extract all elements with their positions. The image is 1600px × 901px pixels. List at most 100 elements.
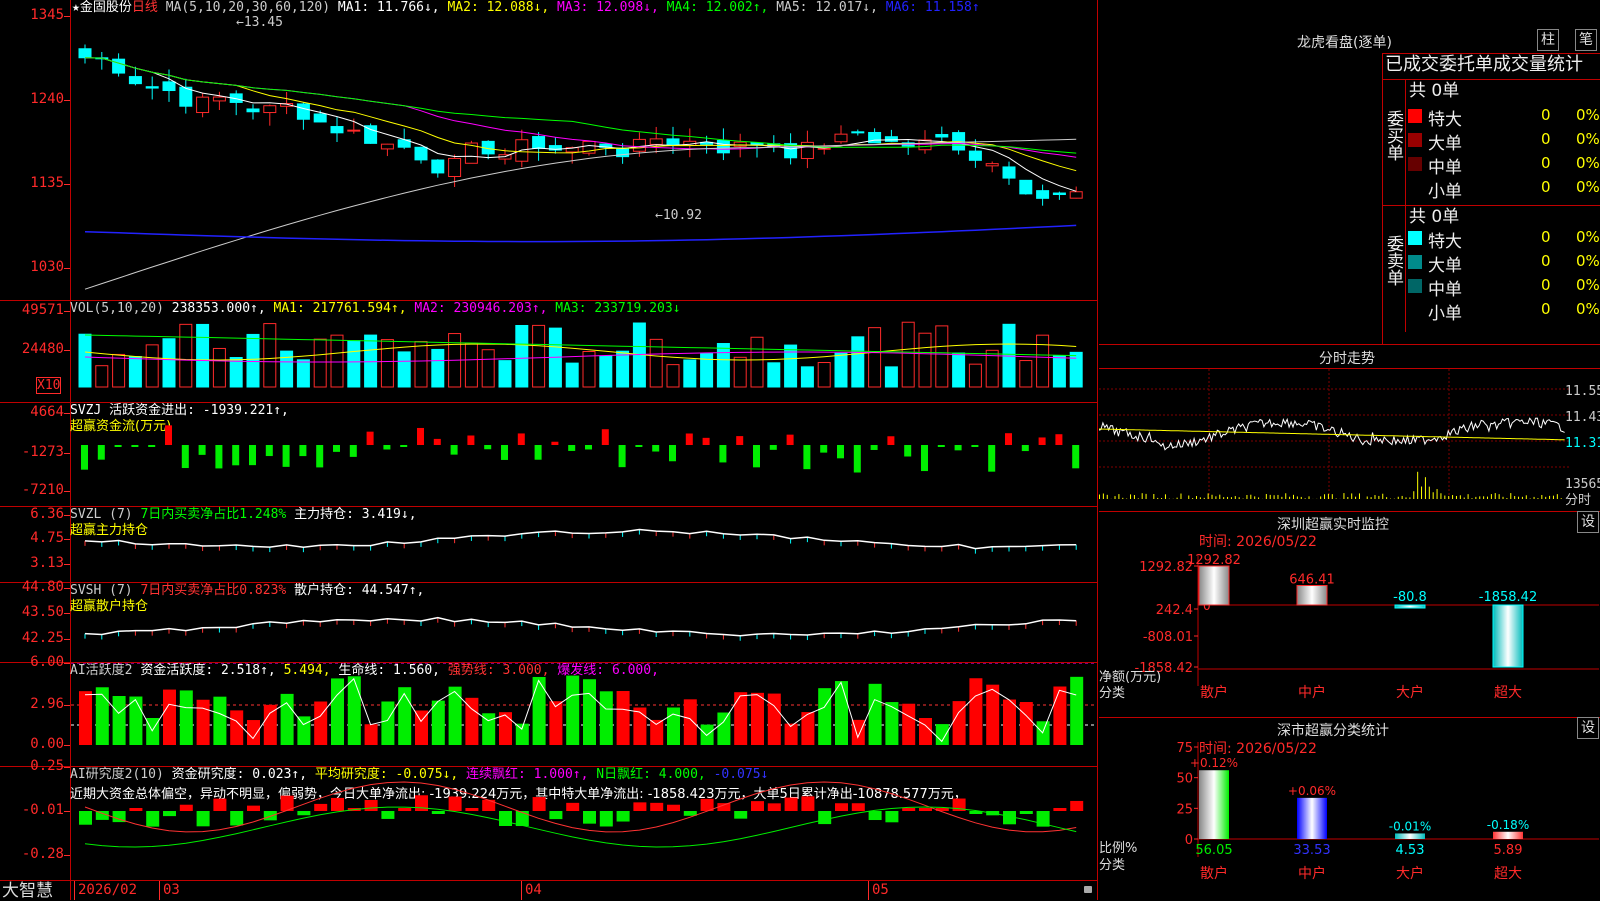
intraday-volume-bar	[1138, 498, 1139, 499]
order-pct: 0%	[1576, 252, 1600, 270]
y-axis-label: 0	[1185, 833, 1193, 848]
order-count: 0	[1541, 106, 1551, 124]
svzj-panel[interactable]: SVZJ 活跃资金进出: -1939.221↑, 超赢资金流(万元) 4664-…	[0, 402, 1098, 507]
volume-bar	[281, 351, 293, 387]
research-bar	[818, 811, 831, 824]
intraday-volume-bar	[1382, 494, 1383, 499]
candle-body	[197, 97, 209, 112]
candle-body	[633, 139, 645, 151]
ai-activity-chart[interactable]	[71, 663, 1097, 767]
intraday-volume-bar	[1429, 487, 1430, 499]
candle-body	[432, 160, 444, 173]
research-bar	[314, 804, 327, 811]
volume-bar	[751, 337, 763, 387]
intraday-volume-bar	[1522, 497, 1523, 499]
activity-bar	[600, 691, 613, 745]
activity-bar	[717, 713, 730, 745]
volume-bar	[533, 325, 545, 387]
main-kline-panel[interactable]: ★金固股份日线 MA(5,10,20,30,60,120) MA1: 11.76…	[0, 0, 1098, 300]
svzl-panel[interactable]: SVZL (7) 7日内买卖净占比1.248% 主力持仓: 3.419↓, 超赢…	[0, 506, 1098, 583]
pen-mode-button[interactable]: 笔	[1575, 29, 1597, 51]
lock-icon[interactable]	[1084, 886, 1092, 893]
sz-monitor-chart[interactable]: 1292.82242.4-808.01-1858.4201292.82646.4…	[1099, 511, 1600, 716]
intraday-volume-bar	[1514, 496, 1515, 499]
intraday-volume-bar	[1475, 497, 1476, 499]
intraday-volume-bar	[1122, 498, 1123, 499]
stock-name[interactable]: 金固股份	[80, 0, 132, 15]
y-axis-tick	[64, 268, 70, 269]
bar-value-label: -80.8	[1393, 590, 1427, 605]
svzj-bar	[602, 429, 609, 445]
color-swatch	[1408, 109, 1422, 123]
bar-mode-button[interactable]: 柱	[1537, 29, 1559, 51]
y-axis-tick	[64, 350, 70, 351]
svzl-chart[interactable]	[71, 507, 1097, 583]
sz-classify-chart[interactable]: 7550250+0.12%56.05散户+0.06%33.53中户-0.01%4…	[1099, 717, 1600, 900]
activity-bar	[1037, 721, 1050, 745]
intraday-volume-bar	[1274, 495, 1275, 499]
candle-body	[1037, 191, 1049, 199]
svsh-panel[interactable]: SVSH (7) 7日内买卖净占比0.823% 散户持仓: 44.547↑, 超…	[0, 582, 1098, 663]
ma-line	[85, 58, 1076, 153]
color-swatch	[1408, 133, 1422, 147]
order-type: 特大	[1428, 105, 1462, 130]
svzj-bar	[921, 445, 928, 471]
y-axis-label: 242.4	[1156, 603, 1193, 618]
volume-bar	[1053, 356, 1065, 387]
candle-body	[348, 130, 360, 131]
volume-header: VOL(5,10,20) 238353.000↑, MA1: 217761.59…	[70, 301, 681, 316]
volume-bar	[885, 367, 897, 387]
volume-chart[interactable]	[71, 317, 1097, 403]
research-bar	[516, 811, 529, 826]
intraday-volume-bar	[1192, 498, 1193, 499]
ai-research-chart[interactable]	[71, 767, 1097, 881]
y-axis-label: 4664	[0, 404, 64, 420]
volume-bar	[734, 357, 746, 387]
activity-bar	[566, 676, 579, 745]
volume-panel[interactable]: VOL(5,10,20) 238353.000↑, MA1: 217761.59…	[0, 300, 1098, 403]
activity-bar	[113, 696, 126, 745]
axis-title: 净额(万元)	[1099, 670, 1161, 685]
research-bar	[499, 811, 512, 826]
svzj-bar	[551, 442, 558, 445]
volume-bar	[348, 341, 360, 387]
monitor-bar	[1199, 566, 1229, 605]
order-pct: 0%	[1576, 178, 1600, 196]
intraday-volume-bar	[1374, 495, 1375, 499]
intraday-chart[interactable]	[1099, 369, 1569, 509]
intraday-volume-bar	[1347, 497, 1348, 499]
ai-research-panel[interactable]: AI研究度2(10) 资金研究度: 0.023↑, 平均研究度: -0.075↓…	[0, 766, 1098, 881]
date-label: 04	[525, 883, 542, 898]
y-axis-tick	[64, 745, 70, 746]
volume-bar	[96, 366, 108, 387]
ai-activity-panel[interactable]: AI活跃度2 资金活跃度: 2.518↑, 5.494, 生命线: 1.560,…	[0, 662, 1098, 767]
intraday-volume-bar	[1417, 472, 1418, 499]
svzj-bar	[585, 445, 592, 449]
candle-body	[314, 114, 326, 122]
volume-bar	[113, 354, 125, 387]
sell-total: 共 0单	[1409, 207, 1459, 227]
y-axis-tick	[64, 311, 70, 312]
order-stats-title: 已成交委托单成交量统计	[1385, 55, 1583, 75]
intraday-volume-bar	[1545, 497, 1546, 499]
svsh-chart[interactable]	[71, 583, 1097, 663]
period-label[interactable]: 日线	[132, 0, 158, 15]
intraday-volume-bar	[1378, 496, 1379, 499]
intraday-volume-bar	[1115, 496, 1116, 499]
order-type: 大单	[1428, 129, 1462, 154]
intraday-volume-bar	[1398, 497, 1399, 499]
volume-bar	[701, 353, 713, 387]
volume-bar	[465, 343, 477, 387]
kline-chart[interactable]	[71, 15, 1097, 298]
color-swatch	[1408, 279, 1422, 293]
intraday-price-label: 11.31	[1565, 436, 1600, 451]
volume-bar	[969, 364, 981, 387]
low-price-label: ←10.92	[655, 208, 702, 223]
order-row: 中单00%	[1406, 274, 1600, 298]
volume-bar	[936, 326, 948, 387]
activity-bar	[902, 704, 915, 745]
candle-body	[129, 77, 141, 84]
activity-bar	[818, 688, 831, 745]
intraday-volume-bar	[1464, 498, 1465, 499]
svzj-chart[interactable]	[71, 403, 1097, 507]
